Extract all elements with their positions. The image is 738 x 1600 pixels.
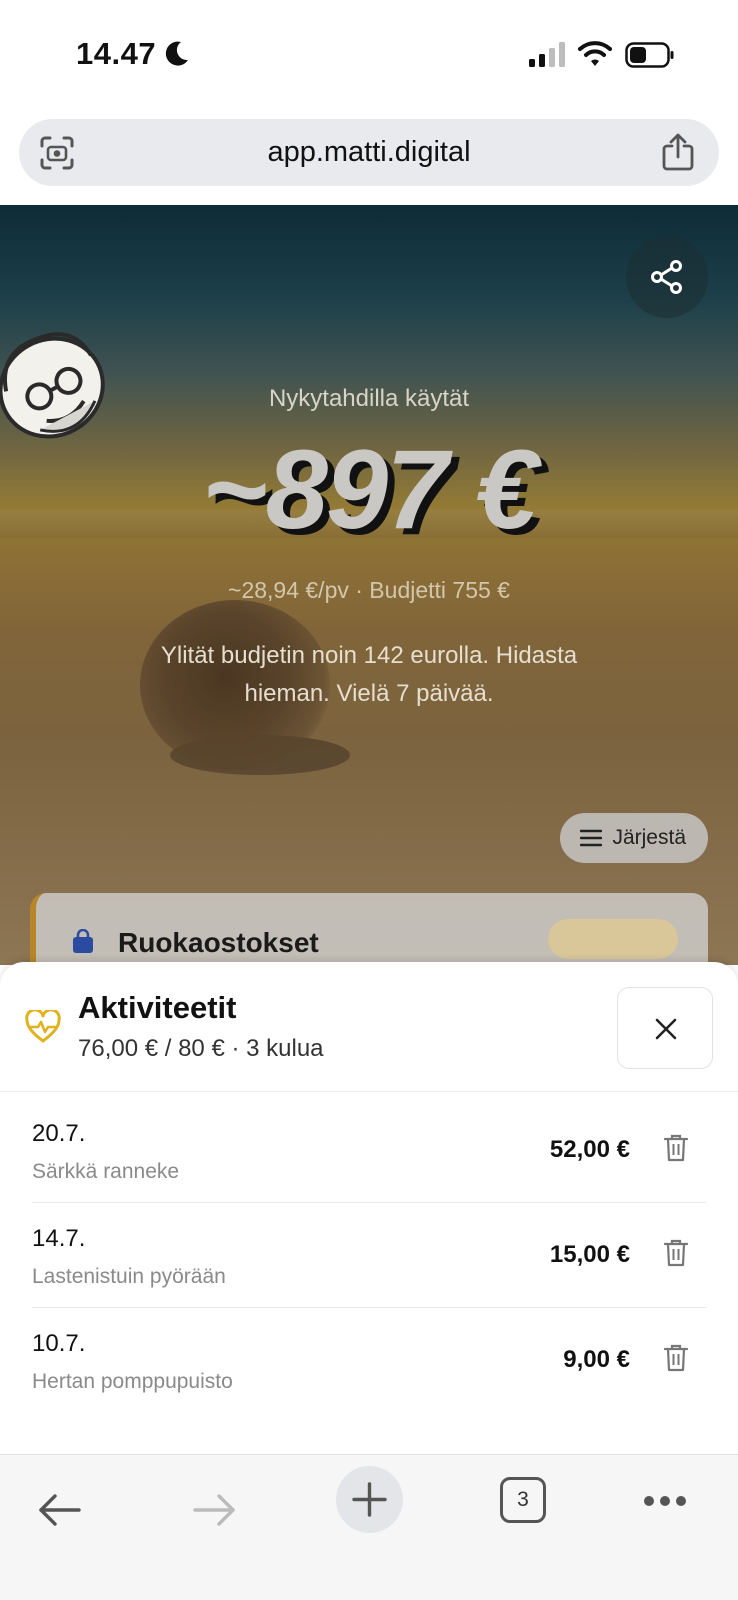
category-card-title: Ruokaostokset — [118, 927, 319, 958]
sort-button-label: Järjestä — [612, 826, 686, 849]
expense-list: 20.7. Särkkä ranneke 52,00 € 14.7. Laste… — [32, 1098, 706, 1413]
signal-icon — [529, 42, 565, 67]
back-arrow-icon[interactable] — [38, 1493, 82, 1527]
expense-description: Särkkä ranneke — [32, 1160, 180, 1183]
sheet-title: Aktiviteetit — [78, 990, 237, 1025]
close-icon — [655, 1018, 677, 1040]
close-button[interactable] — [617, 987, 713, 1069]
battery-icon — [625, 42, 674, 68]
expense-date: 10.7. — [32, 1330, 86, 1357]
status-time: 14.47 — [76, 36, 157, 71]
tab-switcher-button[interactable]: 3 — [500, 1477, 546, 1523]
trash-icon[interactable] — [664, 1344, 688, 1372]
expense-description: Lastenistuin pyörään — [32, 1265, 226, 1288]
plus-icon — [352, 1482, 387, 1517]
new-tab-button[interactable] — [336, 1466, 403, 1533]
sheet-summary: 76,00 € / 80 € · 3 kulua — [78, 1035, 324, 1062]
forecast-amount: ~897 € — [202, 427, 538, 552]
menu-lines-icon — [580, 829, 603, 847]
budget-warning-message: Ylität budjetin noin 142 eurolla. Hidast… — [160, 642, 578, 707]
shopping-bag-icon — [73, 929, 93, 953]
expense-date: 14.7. — [32, 1225, 86, 1252]
heart-pulse-icon — [25, 1010, 61, 1043]
hero-share-button[interactable] — [626, 236, 708, 318]
expense-amount: 9,00 € — [563, 1346, 630, 1373]
sort-button[interactable]: Järjestä — [560, 813, 708, 863]
url-bar[interactable]: app.matti.digital — [19, 119, 719, 186]
category-card-badge — [548, 919, 678, 959]
expense-date: 20.7. — [32, 1120, 86, 1147]
sheet-header: Aktiviteetit 76,00 € / 80 € · 3 kulua — [0, 962, 738, 1092]
expense-row[interactable]: 20.7. Särkkä ranneke 52,00 € — [32, 1098, 706, 1203]
forward-arrow-icon[interactable] — [192, 1493, 236, 1527]
expense-description: Hertan pomppupuisto — [32, 1370, 233, 1393]
forecast-label: Nykytahdilla käytät — [268, 385, 470, 412]
activities-bottom-sheet: Aktiviteetit 76,00 € / 80 € · 3 kulua 20… — [0, 962, 738, 1454]
expense-row[interactable]: 10.7. Hertan pomppupuisto 9,00 € — [32, 1308, 706, 1413]
hero-section: Nykytahdilla käytät ~897 € ~28,94 €/pv ·… — [0, 205, 738, 965]
expense-row[interactable]: 14.7. Lastenistuin pyörään 15,00 € — [32, 1203, 706, 1308]
more-options-icon[interactable] — [643, 1495, 687, 1507]
daily-rate-budget: ~28,94 €/pv · Budjetti 755 € — [228, 577, 510, 603]
expense-amount: 52,00 € — [549, 1136, 630, 1163]
browser-toolbar: 3 — [0, 1454, 738, 1600]
category-card-peek[interactable]: Ruokaostokset — [30, 893, 708, 965]
share-icon[interactable] — [661, 133, 695, 171]
trash-icon[interactable] — [664, 1134, 688, 1162]
moon-icon — [165, 41, 188, 66]
url-text[interactable]: app.matti.digital — [19, 136, 719, 169]
share-nodes-icon — [651, 260, 682, 294]
status-bar: 14.47 — [0, 0, 738, 110]
trash-icon[interactable] — [664, 1239, 688, 1267]
expense-amount: 15,00 € — [549, 1241, 630, 1268]
wifi-icon — [578, 41, 612, 66]
